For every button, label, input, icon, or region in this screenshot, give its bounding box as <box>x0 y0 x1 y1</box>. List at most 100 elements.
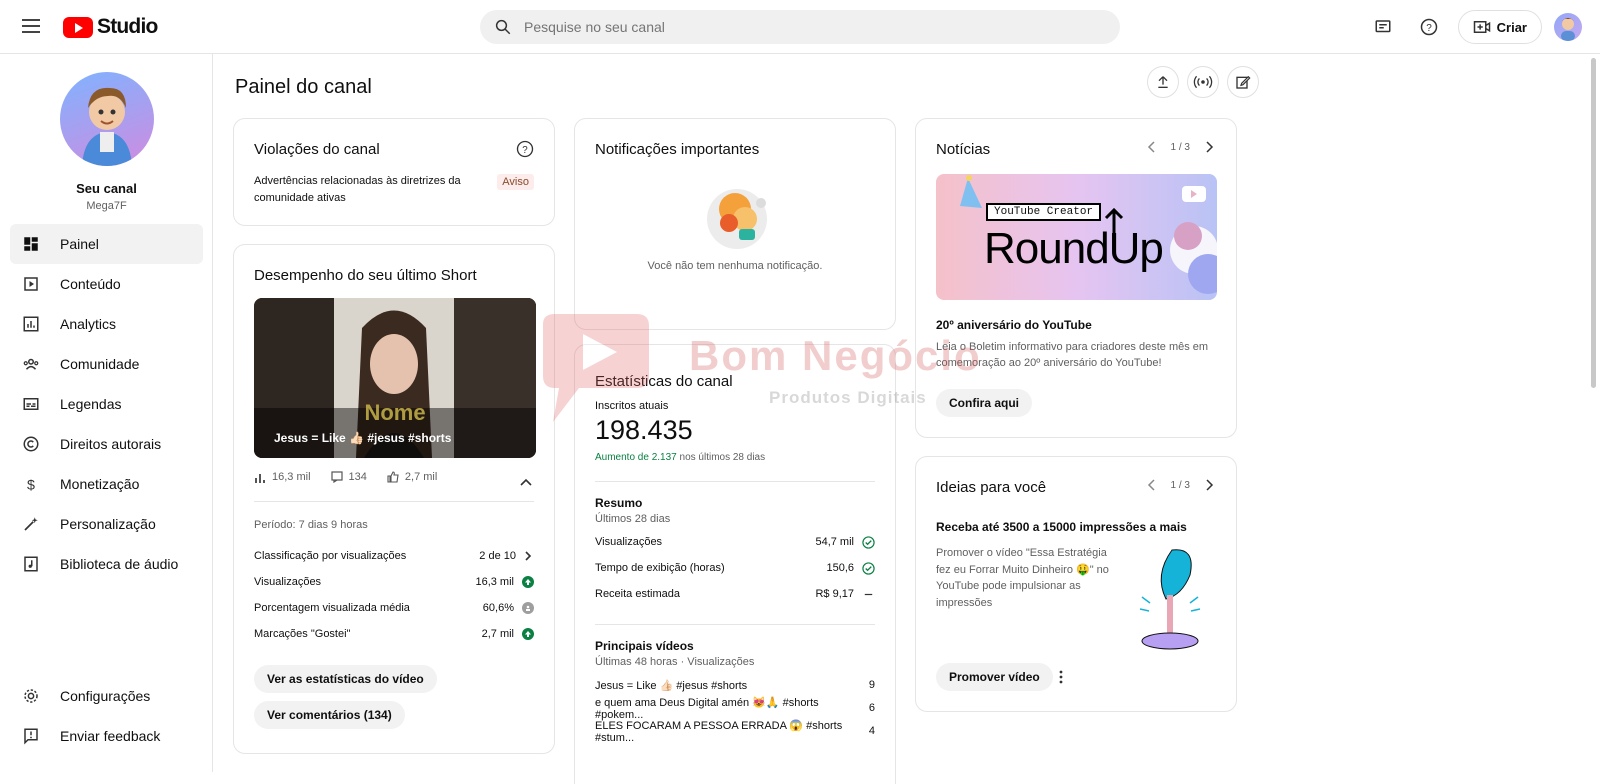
create-post-button[interactable] <box>1227 66 1259 98</box>
growth-illustration <box>1136 545 1202 660</box>
summary-title: Resumo <box>595 496 643 510</box>
sidebar-item-conteudo[interactable]: Conteúdo <box>10 264 203 304</box>
top-videos-title: Principais vídeos <box>595 639 694 653</box>
stat-value: 60,6% <box>482 602 514 614</box>
sidebar-item-label: Personalização <box>60 516 156 532</box>
chevron-right-icon[interactable] <box>1204 141 1214 153</box>
sidebar-item-label: Conteúdo <box>60 276 121 292</box>
ideas-pager: 1 / 3 <box>1170 479 1190 491</box>
top-video-views: 4 <box>868 725 875 737</box>
summary-label: Receita estimada <box>595 588 680 600</box>
sidebar-item-enviar-feedback[interactable]: Enviar feedback <box>10 716 203 756</box>
summary-value: 54,7 mil <box>815 536 854 548</box>
view-comments-button[interactable]: Ver comentários (134) <box>254 701 405 729</box>
chevron-left-icon[interactable] <box>1147 141 1157 153</box>
top-video-title: Jesus = Like 👍🏻 #jesus #shorts <box>595 679 748 692</box>
short-card-title: Desempenho do seu último Short <box>254 267 477 284</box>
short-likes: 2,7 mil <box>404 471 438 483</box>
banner-big-text: RoundUp <box>984 224 1164 273</box>
subs-value: 198.435 <box>595 415 693 445</box>
news-title: Notícias <box>936 141 991 158</box>
sidebar-item-label: Direitos autorais <box>60 436 162 452</box>
promote-video-button[interactable]: Promover vídeo <box>936 663 1053 691</box>
chevron-right-icon[interactable] <box>1204 479 1214 491</box>
check-circle-icon <box>862 561 875 575</box>
summary-label: Tempo de exibição (horas) <box>595 562 725 574</box>
ideas-headline: Receba até 3500 a 15000 impressões a mai… <box>936 520 1187 534</box>
stat-value: 2,7 mil <box>481 628 514 640</box>
divider <box>595 624 875 625</box>
divider <box>595 481 875 482</box>
more-options-icon[interactable] <box>1055 669 1067 690</box>
search-input[interactable] <box>524 19 1084 35</box>
short-stat-row[interactable]: Classificação por visualizações 2 de 10 <box>254 547 534 565</box>
news-cta-button[interactable]: Confira aqui <box>936 389 1033 417</box>
sidebar-item-personalizacao[interactable]: Personalização <box>10 504 203 544</box>
ideas-text: Promover o vídeo "Essa Estratégia fez eu… <box>936 547 1109 609</box>
summary-row: Receita estimada R$ 9,17 <box>595 585 875 603</box>
news-card: Notícias 1 / 3 YouTube Creator RoundUp 2… <box>915 118 1237 438</box>
short-thumbnail[interactable]: Nome Jesus = Like 👍🏻 #jesus #shorts <box>254 298 536 458</box>
top-bar: Studio ? Criar <box>0 0 1600 54</box>
channel-avatar[interactable] <box>60 72 154 166</box>
top-video-row[interactable]: ELES FOCARAM A PESSOA ERRADA 😱 #shorts #… <box>595 720 875 744</box>
create-label: Criar <box>1496 19 1527 35</box>
summary-row: Visualizações 54,7 mil <box>595 533 875 551</box>
status-badge: Aviso <box>497 174 534 190</box>
top-video-views: 9 <box>868 679 875 691</box>
sidebar-item-biblioteca-audio[interactable]: Biblioteca de áudio <box>10 544 203 584</box>
top-video-row[interactable]: e quem ama Deus Digital amén 😻🙏 #shorts … <box>595 697 875 721</box>
studio-logo[interactable]: Studio <box>63 15 158 39</box>
sidebar-item-label: Painel <box>60 236 99 252</box>
short-video-title: Jesus = Like 👍🏻 #jesus #shorts <box>274 431 452 445</box>
top-video-title: ELES FOCARAM A PESSOA ERRADA 😱 #shorts #… <box>595 719 843 744</box>
arrow-up-icon <box>522 576 534 588</box>
sidebar-item-direitos-autorais[interactable]: Direitos autorais <box>10 424 203 464</box>
svg-text:?: ? <box>522 145 528 156</box>
account-avatar[interactable] <box>1554 13 1582 41</box>
audio-library-icon <box>24 556 38 572</box>
svg-text:?: ? <box>1426 23 1432 34</box>
arrow-up-icon <box>522 628 534 640</box>
help-icon[interactable]: ? <box>516 140 534 163</box>
news-text: Leia o Boletim informativo para criadore… <box>936 341 1209 369</box>
subs-label: Inscritos atuais <box>595 400 669 412</box>
collapse-icon[interactable] <box>520 473 532 491</box>
sidebar-item-analytics[interactable]: Analytics <box>10 304 203 344</box>
gear-icon <box>24 689 38 703</box>
growth-value: Aumento de 2.137 <box>595 452 677 463</box>
view-video-stats-button[interactable]: Ver as estatísticas do vídeo <box>254 665 437 693</box>
ideas-card: Ideias para você 1 / 3 Receba até 3500 a… <box>915 456 1237 712</box>
upload-button[interactable] <box>1147 66 1179 98</box>
short-stat-row: Porcentagem visualizada média 60,6% <box>254 599 534 617</box>
short-period: Período: 7 dias 9 horas <box>254 519 368 531</box>
sidebar-item-label: Enviar feedback <box>60 728 161 744</box>
top-video-row[interactable]: Jesus = Like 👍🏻 #jesus #shorts 9 <box>595 676 875 694</box>
sidebar-item-monetizacao[interactable]: $ Monetização <box>10 464 203 504</box>
sidebar-item-configuracoes[interactable]: Configurações <box>10 676 203 716</box>
upload-icon <box>1158 76 1168 88</box>
sidebar-item-legendas[interactable]: Legendas <box>10 384 203 424</box>
community-icon <box>23 358 39 370</box>
go-live-button[interactable] <box>1187 66 1219 98</box>
summary-label: Visualizações <box>595 536 663 548</box>
search-bar[interactable] <box>480 10 1120 44</box>
short-stat-row: Marcações "Gostei" 2,7 mil <box>254 625 534 643</box>
short-performance-card: Desempenho do seu último Short Nome Jesu… <box>233 244 555 754</box>
sidebar-item-painel[interactable]: Painel <box>10 224 203 264</box>
subtitles-icon[interactable] <box>1366 10 1400 44</box>
ideas-title: Ideias para você <box>936 479 1047 496</box>
empty-notifications-illustration <box>701 179 773 256</box>
sidebar-item-comunidade[interactable]: Comunidade <box>10 344 203 384</box>
news-banner[interactable]: YouTube Creator RoundUp <box>936 174 1217 300</box>
chevron-left-icon[interactable] <box>1147 479 1157 491</box>
search-icon <box>495 19 511 35</box>
short-views: 16,3 mil <box>272 471 311 483</box>
chevron-right-icon <box>525 551 532 561</box>
short-stat-row: Visualizações 16,3 mil <box>254 573 534 591</box>
create-button[interactable]: Criar <box>1457 10 1542 44</box>
help-icon[interactable]: ? <box>1412 10 1446 44</box>
scrollbar[interactable] <box>1591 58 1596 388</box>
dollar-icon: $ <box>27 477 35 493</box>
menu-icon[interactable] <box>22 19 40 33</box>
